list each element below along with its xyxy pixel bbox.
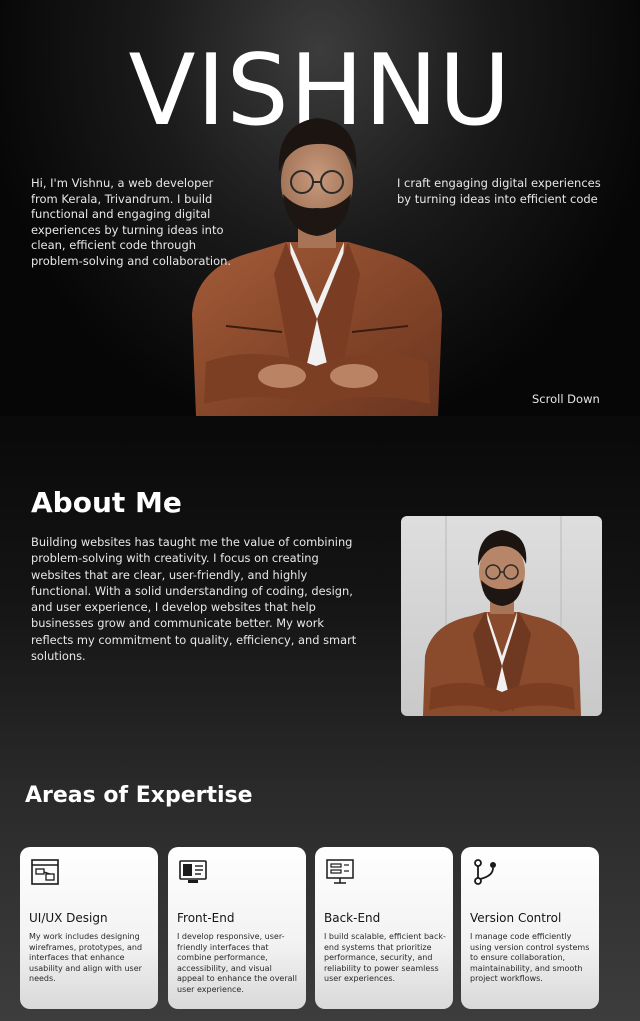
expertise-card-frontend[interactable]: Front-End I develop responsive, user-fri…	[168, 847, 306, 1009]
card-description: I manage code efficiently using version …	[470, 932, 590, 984]
about-body: Building websites has taught me the valu…	[31, 535, 357, 664]
about-portrait-illustration	[423, 516, 581, 716]
card-title: UI/UX Design	[29, 911, 108, 925]
hero-section: VISHNU Hi, I'm Vishnu, a web developer f…	[0, 0, 640, 417]
card-description: I build scalable, efficient back-end sys…	[324, 932, 446, 984]
wireframe-icon	[31, 859, 59, 885]
about-section: About Me Building websites has taught me…	[0, 416, 640, 1021]
card-title: Front-End	[177, 911, 235, 925]
server-monitor-icon	[326, 859, 354, 884]
scroll-down-link[interactable]: Scroll Down	[532, 392, 600, 406]
expertise-card-uiux[interactable]: UI/UX Design My work includes designing …	[20, 847, 158, 1009]
git-branch-icon	[474, 859, 496, 885]
expertise-title: Areas of Expertise	[25, 783, 253, 808]
expertise-card-version-control[interactable]: Version Control I manage code efficientl…	[461, 847, 599, 1009]
card-title: Version Control	[470, 911, 562, 925]
about-title: About Me	[31, 486, 182, 519]
monitor-code-icon	[179, 860, 207, 883]
hero-intro-text: Hi, I'm Vishnu, a web developer from Ker…	[31, 176, 232, 268]
card-description: My work includes designing wireframes, p…	[29, 932, 143, 984]
expertise-card-backend[interactable]: Back-End I build scalable, efficient bac…	[315, 847, 453, 1009]
card-title: Back-End	[324, 911, 381, 925]
card-description: I develop responsive, user-friendly inte…	[177, 932, 297, 994]
hero-tagline: I craft engaging digital experiences by …	[397, 176, 601, 206]
about-photo	[401, 516, 602, 716]
